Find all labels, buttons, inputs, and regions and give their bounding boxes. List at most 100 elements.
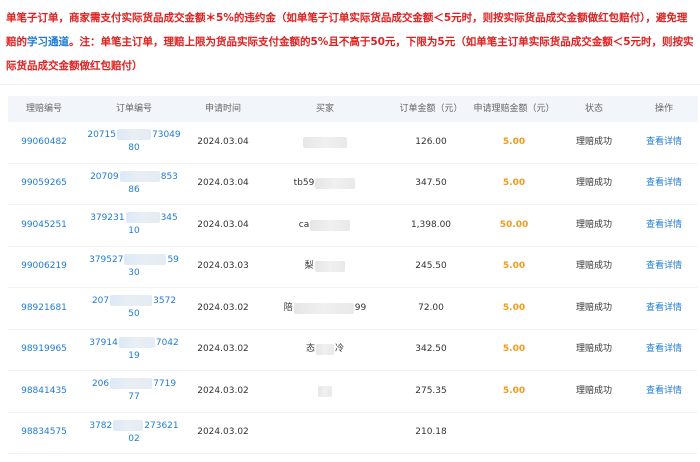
redacted-block [124,253,167,265]
claim-id-link[interactable]: 99045251 [8,219,80,232]
view-details-link[interactable]: 查看详情 [630,219,698,232]
redacted-block [110,378,153,390]
table-row: 98921681 207 3572 50 2024.03.02 陪 99 72.00… [8,288,698,330]
view-details-link[interactable]: 查看详情 [630,385,698,398]
claim-id-link[interactable]: 98834575 [8,426,80,439]
order-id-end: 7719 [153,379,177,390]
order-id-tail: 86 [128,184,140,195]
buyer-name: ca [298,219,310,230]
order-id-tail: 30 [128,267,140,278]
header-apply-time: 申请时间 [204,103,241,114]
order-id-end: 3572 [153,296,177,307]
view-details-link[interactable]: 查看详情 [630,177,698,190]
redacted-block [314,261,345,273]
claim-id-link[interactable]: 98919965 [8,343,80,356]
table-row: 99060482 20715 73049 80 2024.03.04 126.00… [8,122,698,164]
order-id-tail: 50 [128,309,140,320]
order-id-link[interactable]: 379527 59 30 [80,253,188,280]
order-id-link[interactable]: 379231 345 10 [80,212,188,238]
header-action: 操作 [654,103,673,114]
apply-date: 2024.03.02 [197,385,249,396]
claim-amount: 5.00 [502,178,526,189]
order-id-end: 345 [160,213,178,224]
study-channel-link[interactable]: 学习通道 [27,36,69,48]
redacted-block [125,212,160,224]
claim-id-link[interactable]: 99006219 [8,260,80,273]
redacted-block [113,419,144,431]
order-id-start: 20709 [90,171,119,182]
buyer-name: 陪 [283,302,293,313]
order-id-link[interactable]: 3782 273621 02 [80,419,188,446]
status: 理赔成功 [575,385,612,396]
order-amount: 342.50 [415,344,447,355]
order-amount: 245.50 [415,261,447,272]
table-row: 98919965 37914 7042 19 2024.03.02 态冷 342.… [8,330,698,371]
order-id-start: 379231 [90,213,125,224]
apply-date: 2024.03.02 [197,344,249,355]
notice-note: 。注：单笔主订单，理赔上限为货品实际支付金额的5%且不高于50元，下限为5元（如… [6,36,694,72]
order-id-link[interactable]: 37914 7042 19 [80,336,188,363]
order-id-tail: 10 [128,226,140,237]
order-id-end: 59 [167,254,179,265]
view-details-link[interactable]: 查看详情 [630,343,698,356]
order-id-end: 7042 [155,337,179,348]
view-details-link[interactable]: 查看详情 [630,260,698,273]
claim-id-link[interactable]: 98921681 [8,302,80,315]
apply-date: 2024.03.04 [197,219,249,230]
buyer-cell: 陪 99 [258,302,392,315]
view-details-link[interactable]: 查看详情 [630,136,698,149]
header-buyer: 买家 [315,103,334,114]
redacted-block [117,129,151,141]
order-amount: 1,398.00 [410,219,452,230]
order-id-start: 3782 [89,420,113,431]
order-id-link[interactable]: 20715 73049 80 [80,129,188,155]
apply-date: 2024.03.04 [197,178,249,189]
claim-notice: 单笔子订单，商家需支付实际货品成交金额＊5%的违约金（如单笔子订单实际货品成交金… [6,6,694,78]
redacted-block [118,336,155,348]
redacted-block [318,385,332,397]
order-id-end: 73049 [152,130,181,141]
apply-date: 2024.03.02 [197,427,249,438]
order-id-link[interactable]: 207 3572 50 [80,295,188,321]
order-id-link[interactable]: 206 7719 77 [80,378,188,404]
apply-date: 2024.03.03 [197,261,249,272]
redacted-block [316,344,334,356]
status: 理赔成功 [575,261,612,272]
table-row: 98834575 3782 273621 02 2024.03.02 210.18 [8,413,698,454]
divider [0,84,700,85]
claim-amount: 5.00 [502,261,526,272]
buyer-cell [258,385,392,397]
buyer-name-suffix: 99 [354,302,367,313]
status: 理赔成功 [575,178,612,189]
order-amount: 275.35 [415,385,447,396]
buyer-cell: 梨 [258,260,392,273]
order-amount: 72.00 [418,302,444,313]
redacted-block [119,170,160,182]
status: 理赔成功 [575,219,612,230]
order-id-start: 20715 [87,130,116,141]
header-claim-amount: 申请理赔金额（元） [473,103,555,114]
claim-id-link[interactable]: 99059265 [8,177,80,190]
claim-id-link[interactable]: 99060482 [8,136,80,149]
order-id-link[interactable]: 20709 853 86 [80,170,188,197]
buyer-name-suffix: 冷 [335,344,345,355]
redacted-block [303,136,347,148]
buyer-cell [258,136,392,148]
claim-id-link[interactable]: 98841435 [8,385,80,398]
order-id-start: 207 [91,296,110,307]
order-id-tail: 77 [128,392,140,403]
order-amount: 126.00 [415,136,447,147]
order-id-start: 206 [91,379,110,390]
status: 理赔成功 [575,344,612,355]
view-details-link[interactable]: 查看详情 [630,302,698,315]
apply-date: 2024.03.04 [197,136,249,147]
buyer-cell: 态冷 [258,343,392,356]
redacted-block [310,219,351,231]
header-order-amount: 订单金额（元） [399,103,463,114]
claim-amount: 5.00 [502,302,526,313]
buyer-cell: ca [258,219,392,232]
order-id-tail: 02 [128,433,140,444]
buyer-name: tb59 [293,178,315,189]
order-amount: 210.18 [415,427,447,438]
claim-amount: 5.00 [502,344,526,355]
